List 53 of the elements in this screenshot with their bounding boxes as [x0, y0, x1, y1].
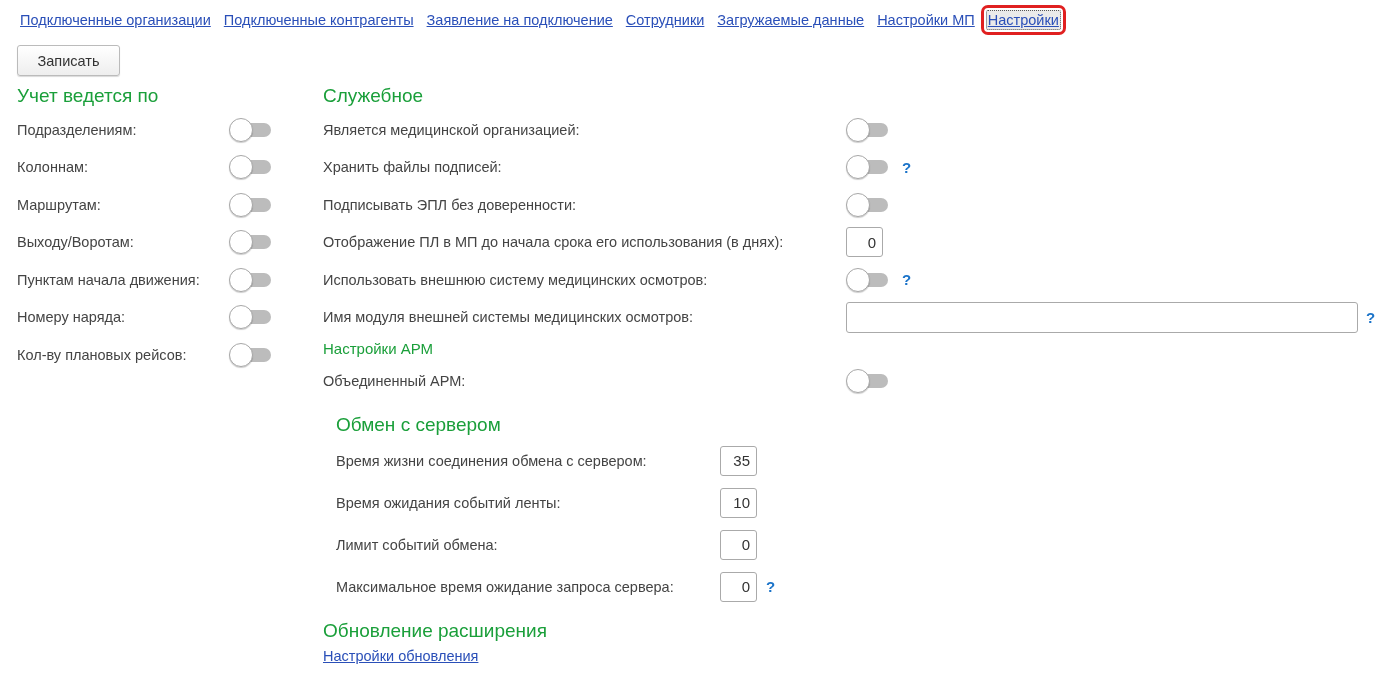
toggle-switch[interactable]	[846, 192, 888, 217]
tab-link[interactable]: Заявление на подключение	[424, 10, 615, 30]
field-label: Пунктам начала движения:	[17, 271, 201, 288]
tab-link[interactable]: Настройки МП	[875, 10, 977, 30]
field-label: Объединенный АРМ:	[323, 372, 467, 389]
help-link[interactable]: ?	[902, 158, 912, 176]
field-label: Подписывать ЭПЛ без доверенности:	[323, 196, 578, 213]
toggle-switch[interactable]	[229, 305, 271, 330]
field-label: Колоннам:	[17, 159, 89, 176]
number-field[interactable]: 0	[846, 227, 883, 258]
number-field[interactable]: 35	[720, 445, 757, 476]
field-label: Кол-ву плановых рейсов:	[17, 346, 188, 363]
toggle-switch[interactable]	[229, 117, 271, 142]
field-label: Хранить файлы подписей:	[323, 159, 503, 176]
toggle-switch[interactable]	[229, 342, 271, 367]
save-button[interactable]: Записать	[17, 45, 120, 76]
field-label: Номеру наряда:	[17, 309, 127, 326]
help-link[interactable]: ?	[1366, 308, 1376, 326]
section-heading: Учет ведется по	[17, 85, 160, 108]
toggle-switch[interactable]	[229, 192, 271, 217]
number-field[interactable]: 0	[720, 571, 757, 602]
number-field[interactable]: 0	[720, 529, 757, 560]
toggle-switch[interactable]	[846, 117, 888, 142]
field-label: Лимит событий обмена:	[336, 536, 499, 553]
number-field[interactable]: 10	[720, 487, 757, 518]
tab-link[interactable]: Загружаемые данные	[715, 10, 867, 30]
toggle-switch[interactable]	[229, 155, 271, 180]
field-label: Подразделениям:	[17, 121, 138, 138]
update-settings-link[interactable]: Настройки обновления	[323, 647, 479, 664]
toggle-switch[interactable]	[846, 155, 888, 180]
help-link[interactable]: ?	[766, 578, 776, 595]
field-label: Выходу/Воротам:	[17, 234, 135, 251]
field-label: Является медицинской организацией:	[323, 121, 581, 138]
tab-link[interactable]: Подключенные контрагенты	[221, 10, 416, 30]
field-label: Максимальное время ожидание запроса сервера:	[336, 578, 675, 595]
field-label: Маршрутам:	[17, 196, 102, 213]
toggle-switch[interactable]	[846, 267, 888, 292]
field-label: Имя модуля внешней системы медицинских осмотров:	[323, 309, 695, 326]
tab-link[interactable]: Сотрудники	[623, 10, 707, 30]
section-heading: Служебное	[323, 85, 425, 108]
section-heading: Обмен с сервером	[336, 413, 502, 437]
field-label: Время жизни соединения обмена с сервером:	[336, 452, 648, 469]
tab-link[interactable]: Подключенные организации	[18, 10, 213, 30]
text-field[interactable]	[846, 301, 1358, 333]
section-heading: Обновление расширения	[323, 619, 548, 643]
section-heading: Настройки АРМ	[323, 340, 435, 359]
toggle-switch[interactable]	[846, 368, 888, 393]
field-label: Использовать внешнюю систему медицинских осмотров:	[323, 271, 709, 288]
toggle-switch[interactable]	[229, 230, 271, 255]
help-link[interactable]: ?	[902, 271, 912, 289]
field-label: Время ожидания событий ленты:	[336, 494, 562, 511]
toggle-switch[interactable]	[229, 267, 271, 292]
field-label: Отображение ПЛ в МП до начала срока его использования (в днях):	[323, 234, 785, 251]
